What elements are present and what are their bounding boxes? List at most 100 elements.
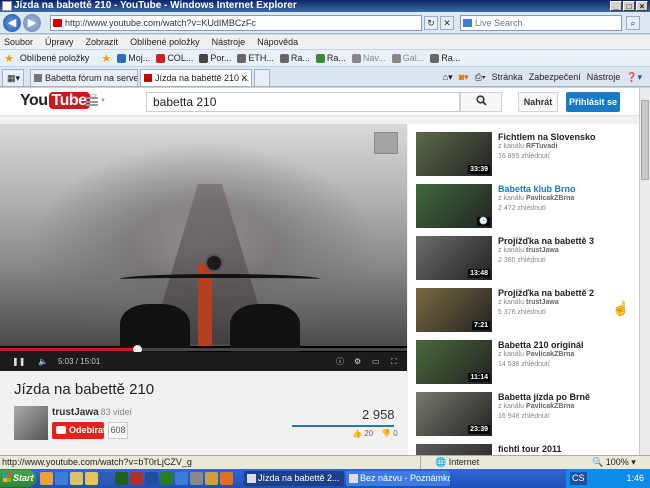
menu-help[interactable]: Nápověda: [257, 35, 298, 49]
favorite-item[interactable]: Gal...: [391, 53, 424, 63]
quicklaunch-icon[interactable]: [205, 472, 218, 485]
like-button[interactable]: 👍 20: [352, 429, 373, 438]
theater-mode-icon[interactable]: ▭: [372, 352, 380, 371]
favorite-item[interactable]: Ra...: [430, 53, 460, 63]
menu-tools[interactable]: Nástroje: [212, 35, 246, 49]
live-search-input[interactable]: Live Search: [460, 15, 622, 31]
sign-in-button[interactable]: Přihlásit se: [566, 92, 620, 112]
menu-favorites[interactable]: Oblíbené položky: [130, 35, 200, 49]
quicklaunch-icon[interactable]: [40, 472, 53, 485]
scrollbar-thumb[interactable]: [641, 100, 649, 180]
quicklaunch-icon[interactable]: [145, 472, 158, 485]
search-button[interactable]: [460, 92, 502, 112]
feeds-icon[interactable]: ◙▾: [459, 70, 469, 84]
channel-watermark-icon[interactable]: [374, 132, 398, 154]
related-video-item[interactable]: 7:21 Projížďka na babettě 2z kanálu trust…: [416, 288, 636, 336]
print-icon[interactable]: ⎙▾: [475, 70, 486, 84]
related-video-item[interactable]: 🕒 Babetta klub Brno z kanálu PavlicakZBrna…: [416, 184, 636, 232]
related-thumbnail[interactable]: 13:48: [416, 236, 492, 280]
related-thumbnail[interactable]: 33:39: [416, 132, 492, 176]
quicklaunch-icon[interactable]: [85, 472, 98, 485]
security-menu[interactable]: Zabezpečení: [529, 70, 581, 84]
related-title[interactable]: Projížďka na babettě 3: [498, 236, 594, 246]
minimize-button[interactable]: _: [610, 1, 622, 11]
taskbar-item-ie[interactable]: Jízda na babettě 2...: [244, 471, 344, 486]
quicklaunch-icon[interactable]: [55, 472, 68, 485]
favorite-item[interactable]: Ra...: [279, 53, 310, 63]
clock[interactable]: 1:46: [626, 473, 644, 483]
progress-bar[interactable]: [0, 345, 407, 354]
video-frame[interactable]: [0, 124, 407, 354]
related-title[interactable]: Babetta jízda po Brně: [498, 392, 590, 402]
favorites-label[interactable]: Oblíbené položky: [20, 53, 90, 63]
related-title[interactable]: Babetta 210 originál: [498, 340, 584, 350]
new-tab-button[interactable]: [254, 69, 270, 86]
tab-babetta-forum[interactable]: Babetta fórum na serveru sp...: [30, 69, 138, 86]
favorite-item[interactable]: Ra...: [315, 53, 346, 63]
video-player[interactable]: ❚❚ 🔈 5:03 / 15:01 ⓘ ⚙ ▭ ⛶: [0, 124, 407, 371]
stop-icon[interactable]: ✕: [440, 16, 454, 30]
channel-name[interactable]: trustJawa: [52, 407, 99, 418]
favorite-item[interactable]: Moj...: [117, 53, 150, 63]
quicklaunch-icon[interactable]: [160, 472, 173, 485]
taskbar-item-notepad[interactable]: Bez názvu - Poznámkový...: [346, 471, 450, 486]
favorites-star-icon[interactable]: ★: [4, 52, 14, 65]
subscribe-button[interactable]: Odebírat: [52, 422, 106, 439]
dislike-button[interactable]: 👎 0: [381, 429, 398, 438]
related-thumbnail[interactable]: 7:21: [416, 288, 492, 332]
favorite-item[interactable]: Nav...: [351, 53, 386, 63]
quicklaunch-icon[interactable]: [70, 472, 83, 485]
related-thumbnail[interactable]: 23:39: [416, 392, 492, 436]
related-thumbnail[interactable]: 11:14: [416, 340, 492, 384]
annotations-icon[interactable]: ⓘ: [336, 352, 344, 371]
start-button[interactable]: Start: [0, 470, 36, 487]
related-video-item[interactable]: fichtl tour 2011: [416, 444, 636, 455]
quicklaunch-icon[interactable]: [220, 472, 233, 485]
pause-icon[interactable]: ❚❚: [12, 352, 25, 371]
close-tab-icon[interactable]: ✕: [240, 70, 248, 86]
page-menu[interactable]: Stránka: [492, 70, 523, 84]
related-title[interactable]: fichtl tour 2011: [498, 444, 562, 454]
tab-youtube[interactable]: Jízda na babettě 210 ... ✕: [140, 69, 252, 86]
tools-menu[interactable]: Nástroje: [587, 70, 621, 84]
back-button[interactable]: ◀: [3, 14, 21, 32]
quicklaunch-icon[interactable]: [190, 472, 203, 485]
search-go-icon[interactable]: ⌕: [626, 16, 640, 30]
fullscreen-icon[interactable]: ⛶: [391, 352, 397, 371]
quicklaunch-icon[interactable]: [175, 472, 188, 485]
related-video-item[interactable]: 11:14 Babetta 210 originál z kanálu Pavlic…: [416, 340, 636, 388]
home-icon[interactable]: ⌂▾: [443, 70, 453, 84]
add-favorite-icon[interactable]: ★: [101, 52, 111, 65]
menu-view[interactable]: Zobrazit: [86, 35, 119, 49]
favorite-item[interactable]: ETH...: [237, 53, 274, 63]
related-thumbnail[interactable]: [416, 444, 492, 455]
quicklaunch-icon[interactable]: [115, 472, 128, 485]
help-icon[interactable]: ❓▾: [626, 70, 642, 84]
language-indicator[interactable]: CS: [570, 472, 587, 485]
volume-icon[interactable]: 🔈: [38, 352, 48, 371]
related-video-item[interactable]: 23:39 Babetta jízda po Brně z kanálu Pavli…: [416, 392, 636, 440]
favorite-item[interactable]: COL...: [156, 53, 193, 63]
favorite-item[interactable]: Por...: [199, 53, 231, 63]
quicklaunch-icon[interactable]: [100, 472, 113, 485]
menu-file[interactable]: Soubor: [4, 35, 33, 49]
guide-menu-icon[interactable]: [86, 97, 98, 106]
settings-gear-icon[interactable]: ⚙: [354, 352, 361, 371]
refresh-icon[interactable]: ↻: [424, 16, 438, 30]
menu-edit[interactable]: Úpravy: [45, 35, 74, 49]
page-scrollbar[interactable]: [639, 88, 650, 455]
related-video-item[interactable]: 33:39 Fichtlem na Slovensko z kanálu RFTuv…: [416, 132, 636, 180]
zoom-level[interactable]: 🔍 100% ▾: [592, 456, 636, 469]
upload-button[interactable]: Nahrát: [518, 92, 558, 112]
maximize-button[interactable]: □: [623, 1, 635, 11]
close-window-button[interactable]: ×: [636, 1, 648, 11]
search-input[interactable]: babetta 210: [146, 92, 460, 112]
address-bar[interactable]: http://www.youtube.com/watch?v=KUdIMBCzF…: [50, 15, 422, 31]
related-thumbnail[interactable]: 🕒: [416, 184, 492, 228]
related-video-item[interactable]: 13:48 Projížďka na babettě 3z kanálu trus…: [416, 236, 636, 284]
quick-tabs-button[interactable]: ▦▾: [2, 69, 24, 86]
forward-button[interactable]: ▶: [23, 14, 41, 32]
related-title[interactable]: Fichtlem na Slovensko: [498, 132, 596, 142]
quicklaunch-icon[interactable]: [130, 472, 143, 485]
related-title[interactable]: Projížďka na babettě 2: [498, 288, 594, 298]
